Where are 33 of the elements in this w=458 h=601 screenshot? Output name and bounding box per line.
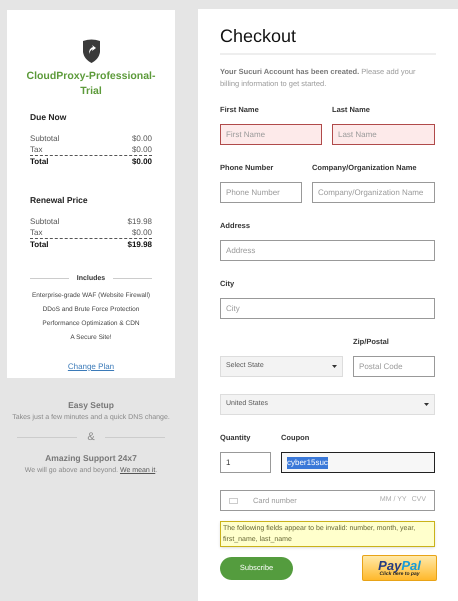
input-field[interactable]: City xyxy=(220,298,435,319)
input-field[interactable]: Phone Number xyxy=(220,182,302,203)
price-label: Tax xyxy=(30,226,42,238)
input-field[interactable]: First Name xyxy=(220,124,322,145)
input-field[interactable]: Address xyxy=(220,240,435,261)
feature-title: Amazing Support 24x7 xyxy=(45,452,137,464)
total-label: Total xyxy=(30,238,49,250)
section-heading: Due Now xyxy=(30,111,68,124)
input-field[interactable]: 1 xyxy=(220,452,271,473)
input-field[interactable]: cyber15suc xyxy=(281,452,435,473)
change-plan-link[interactable]: Change Plan xyxy=(68,362,114,371)
total-label: Total xyxy=(30,156,49,167)
input-field[interactable]: Postal Code xyxy=(353,356,435,377)
total-value: $19.98 xyxy=(128,238,152,250)
price-value: $19.98 xyxy=(128,216,152,226)
price-label: Subtotal xyxy=(30,132,60,144)
price-label: Subtotal xyxy=(30,216,60,226)
section-heading: Renewal Price xyxy=(30,194,89,206)
feature-title: Easy Setup xyxy=(68,399,114,412)
ampersand: & xyxy=(87,430,95,446)
card-icon xyxy=(229,498,238,504)
shield-icon xyxy=(80,39,102,64)
price-value: $0.00 xyxy=(132,132,152,144)
caret-icon xyxy=(424,403,429,406)
input-field[interactable]: Last Name xyxy=(332,124,435,145)
price-value: $0.00 xyxy=(132,226,152,238)
price-value: $0.00 xyxy=(132,144,152,155)
plan-name: CloudProxy-Professional-Trial xyxy=(26,69,156,99)
page-title: Checkout xyxy=(220,25,298,47)
total-value: $0.00 xyxy=(132,156,152,167)
price-label: Tax xyxy=(30,144,42,155)
caret-icon xyxy=(332,365,337,368)
input-field[interactable]: Company/Organization Name xyxy=(312,182,435,203)
